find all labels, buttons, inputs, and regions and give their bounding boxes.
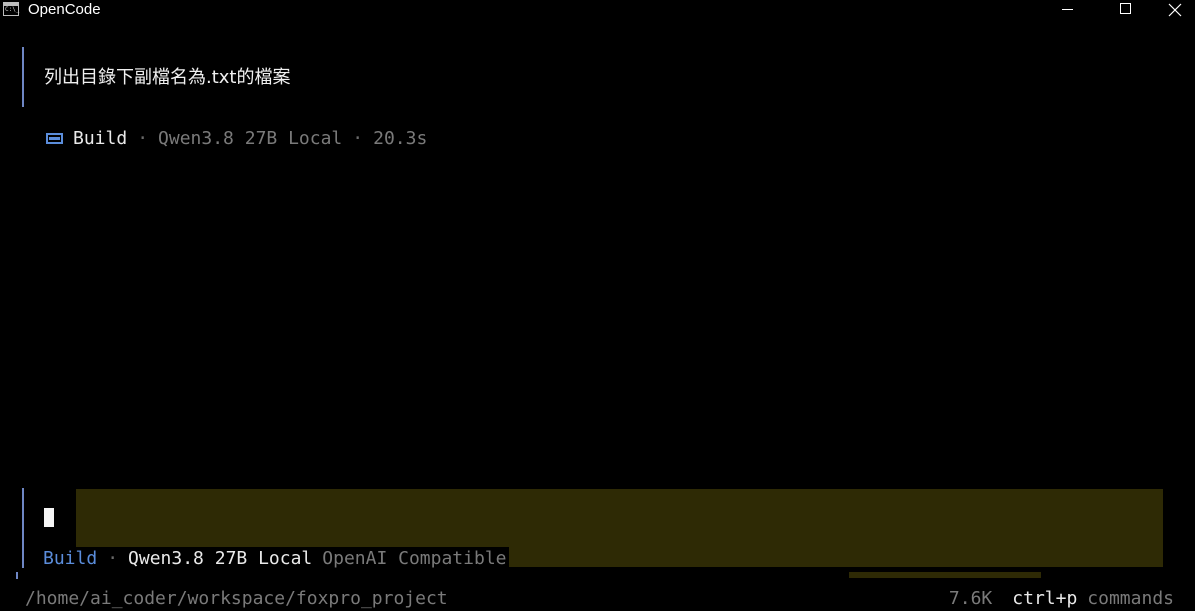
input-accent-bar (22, 488, 24, 568)
maximize-button[interactable] (1104, 0, 1148, 20)
status-agent[interactable]: Build (43, 548, 97, 569)
title-bar: C:\_ OpenCode (0, 0, 1195, 20)
meta-separator: · (137, 127, 149, 149)
scrollbar[interactable] (849, 572, 1041, 578)
working-directory: /home/ai_coder/workspace/foxpro_project (25, 588, 448, 609)
meta-model: Qwen3.8 27B Local (158, 127, 343, 149)
close-icon (1168, 3, 1182, 17)
close-button[interactable] (1153, 0, 1195, 20)
meta-agent: Build (73, 127, 128, 149)
status-separator: · (107, 547, 119, 569)
user-message: 列出目錄下副檔名為.txt的檔案 (44, 67, 291, 88)
status-model[interactable]: Qwen3.8 27B Local (128, 548, 312, 569)
terminal-icon-glyph: C:\_ (5, 6, 20, 13)
window-title: OpenCode (28, 1, 101, 18)
meta-duration: 20.3s (373, 127, 428, 149)
shortcut-key[interactable]: ctrl+p (1012, 587, 1077, 611)
token-count: 7.6K (948, 588, 993, 609)
assistant-message-meta: Build · Qwen3.8 27B Local · 20.3s (46, 127, 427, 149)
bottom-accent-tick (16, 572, 18, 579)
minimize-button[interactable] (1046, 0, 1090, 20)
status-provider: OpenAI Compatible (322, 547, 507, 569)
user-message-accent-bar (22, 47, 24, 107)
footer-right: 7.6K ctrl+p commands (949, 587, 1174, 611)
text-cursor (44, 508, 54, 527)
shortcut-label[interactable]: commands (1087, 587, 1174, 611)
terminal-icon: C:\_ (3, 2, 19, 16)
meta-separator: · (352, 127, 364, 149)
build-icon (46, 132, 63, 144)
input-status-line: Build · Qwen3.8 27B Local OpenAI Compati… (43, 547, 509, 569)
